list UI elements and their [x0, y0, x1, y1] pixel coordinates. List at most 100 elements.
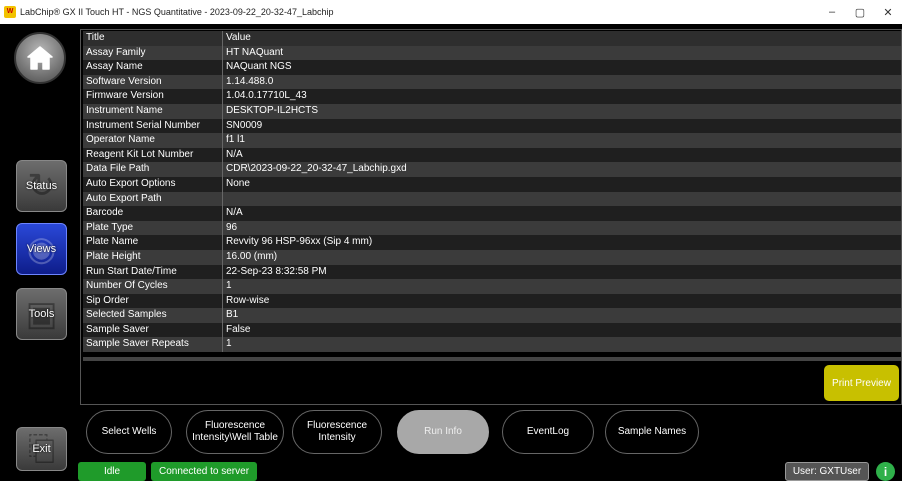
row-value-cell: DESKTOP-IL2HCTS	[226, 104, 319, 116]
row-title-cell: Operator Name	[83, 133, 223, 148]
row-value-cell	[223, 192, 901, 207]
row-value-cell: 1.04.0.17710L_43	[226, 90, 307, 102]
row-title-cell: Number Of Cycles	[83, 279, 223, 294]
tab-fluorescence-intensity[interactable]: Fluorescence Intensity	[292, 410, 382, 454]
home-icon	[27, 46, 53, 70]
tab-run-info[interactable]: Run Info	[397, 410, 489, 454]
print-preview-button[interactable]: Print Preview	[824, 365, 899, 401]
table-row[interactable]: Instrument Name DESKTOP-IL2HCTS	[83, 103, 901, 119]
row-value-cell: N/A	[226, 207, 243, 219]
row-title-cell: Plate Height	[83, 249, 223, 265]
table-row[interactable]: Auto Export Path	[83, 191, 901, 207]
row-value-cell: Row-wise	[226, 294, 270, 306]
table-row[interactable]: Plate Type 96	[83, 220, 901, 236]
row-value-cell: HT NAQuant	[226, 46, 284, 58]
user-button[interactable]: User: GXTUser	[785, 462, 869, 481]
row-value-cell: 1	[226, 280, 232, 292]
row-value-cell: Revvity 96 HSP-96xx (Sip 4 mm)	[226, 236, 373, 248]
table-row[interactable]: Selected Samples B1	[83, 308, 901, 323]
views-label: Views	[26, 243, 57, 255]
tab-select-wells[interactable]: Select Wells	[86, 410, 172, 454]
exit-button[interactable]: ⎗ Exit	[16, 427, 67, 471]
row-title-cell: Selected Samples	[83, 308, 223, 323]
row-value-cell: f1 l1	[226, 134, 245, 146]
table-header-row: Title Value	[83, 31, 901, 46]
row-title-cell: Barcode	[83, 206, 223, 221]
table-row[interactable]: Firmware Version 1.04.0.17710L_43	[83, 89, 901, 104]
row-title-cell: Data File Path	[83, 162, 223, 177]
table-row[interactable]: Plate Height 16.00 (mm)	[83, 249, 901, 265]
row-value-cell: 1.14.488.0	[226, 75, 274, 87]
row-value-cell: 1	[226, 338, 232, 350]
table-row[interactable]: Assay Name NAQuant NGS	[83, 60, 901, 75]
row-title-cell: Instrument Name	[83, 103, 223, 119]
row-title-cell: Plate Name	[83, 235, 223, 250]
column-header-title: Title	[83, 31, 223, 46]
table-row[interactable]: Plate Name Revvity 96 HSP-96xx (Sip 4 mm)	[83, 235, 901, 250]
table-row[interactable]: Run Start Date/Time 22-Sep-23 8:32:58 PM	[83, 264, 901, 280]
maximize-button[interactable]: ▢	[846, 0, 874, 24]
row-title-cell: Assay Name	[83, 60, 223, 75]
table-row[interactable]: Sample Saver Repeats 1	[83, 337, 901, 353]
row-value-cell: False	[226, 323, 251, 335]
row-value-cell: NAQuant NGS	[226, 61, 292, 73]
exit-label: Exit	[32, 443, 51, 455]
run-info-table[interactable]: Title Value Assay Family HT NAQuant Assay …	[83, 31, 901, 357]
tab-fluorescence-intensity-well-table[interactable]: Fluorescence Intensity\Well Table	[186, 410, 284, 454]
row-title-cell: Sample Saver	[83, 322, 223, 338]
status-button[interactable]: ↻ Status	[16, 160, 67, 212]
table-row[interactable]: Reagent Kit Lot Number N/A	[83, 147, 901, 163]
row-value-cell: None	[226, 177, 250, 189]
horizontal-scrollbar[interactable]	[83, 357, 901, 361]
row-title-cell: Auto Export Path	[83, 191, 223, 207]
row-value-cell: B1	[226, 309, 239, 321]
close-button[interactable]: ✕	[874, 0, 902, 24]
table-row[interactable]: Auto Export Options None	[83, 176, 901, 192]
row-value-cell: SN0009	[226, 119, 263, 131]
row-title-cell: Auto Export Options	[83, 176, 223, 192]
views-button[interactable]: ◉ Views	[16, 223, 67, 275]
table-row[interactable]: Sample Saver False	[83, 322, 901, 338]
connection-status-badge: Connected to server	[151, 462, 257, 481]
row-title-cell: Sample Saver Repeats	[83, 337, 223, 353]
row-title-cell: Reagent Kit Lot Number	[83, 147, 223, 163]
row-value-cell: N/A	[226, 148, 243, 160]
tab-eventlog[interactable]: EventLog	[502, 410, 594, 454]
tab-sample-names[interactable]: Sample Names	[605, 410, 699, 454]
row-title-cell: Firmware Version	[83, 89, 223, 104]
instrument-state-badge: Idle	[78, 462, 146, 481]
table-row[interactable]: Sip Order Row-wise	[83, 293, 901, 309]
table-row[interactable]: Instrument Serial Number SN0009	[83, 118, 901, 134]
row-value-cell: 22-Sep-23 8:32:58 PM	[226, 265, 327, 277]
tools-button[interactable]: ▣ Tools	[16, 288, 67, 340]
table-row[interactable]: Number Of Cycles 1	[83, 279, 901, 294]
table-row[interactable]: Assay Family HT NAQuant	[83, 45, 901, 61]
view-tabs: Select Wells Fluorescence Intensity\Well…	[84, 410, 902, 454]
row-title-cell: Plate Type	[83, 220, 223, 236]
labchip-app-icon: W	[4, 6, 16, 18]
window-titlebar: W LabChip® GX II Touch HT - NGS Quantita…	[0, 0, 902, 24]
window-title: LabChip® GX II Touch HT - NGS Quantitati…	[20, 7, 334, 17]
row-title-cell: Sip Order	[83, 293, 223, 309]
info-icon[interactable]: i	[876, 462, 895, 481]
tools-label: Tools	[28, 308, 55, 320]
status-label: Status	[25, 180, 58, 192]
row-title-cell: Assay Family	[83, 45, 223, 61]
home-button[interactable]	[14, 32, 66, 84]
table-row[interactable]: Operator Name f1 l1	[83, 133, 901, 148]
row-value-cell: 96	[226, 221, 238, 233]
minimize-button[interactable]: –	[818, 0, 846, 24]
table-row[interactable]: Data File Path CDR\2023-09-22_20-32-47_La…	[83, 162, 901, 177]
row-title-cell: Instrument Serial Number	[83, 118, 223, 134]
row-value-cell: CDR\2023-09-22_20-32-47_Labchip.gxd	[226, 163, 407, 175]
row-title-cell: Run Start Date/Time	[83, 264, 223, 280]
run-info-panel: Title Value Assay Family HT NAQuant Assay …	[80, 29, 902, 405]
window-controls: – ▢ ✕	[818, 0, 902, 24]
column-header-value: Value	[226, 32, 251, 43]
table-row[interactable]: Software Version 1.14.488.0	[83, 74, 901, 90]
left-nav: ↻ Status ◉ Views ▣ Tools ⎗ Exit	[0, 24, 76, 481]
table-row[interactable]: Barcode N/A	[83, 206, 901, 221]
status-bar: Idle Connected to server User: GXTUser i	[0, 462, 902, 481]
row-title-cell: Software Version	[83, 74, 223, 90]
row-value-cell: 16.00 (mm)	[226, 250, 278, 262]
